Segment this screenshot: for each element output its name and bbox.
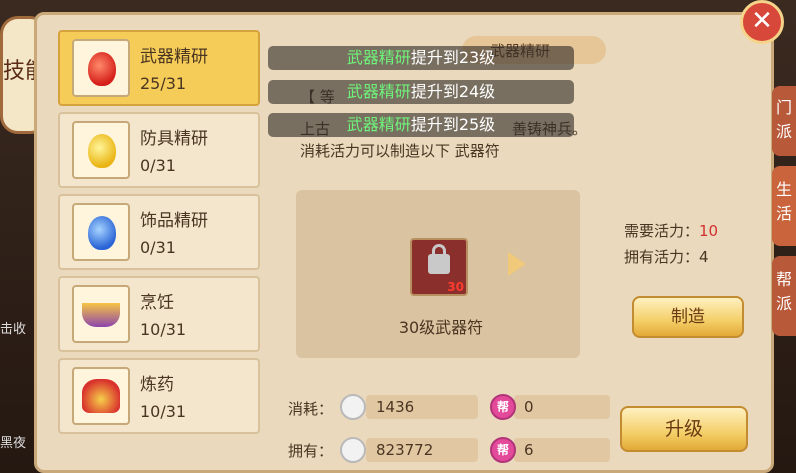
skill-item-weapon[interactable]: 武器精研 25/31 <box>58 30 260 106</box>
desc-line-3: 消耗活力可以制造以下 武器符 <box>300 142 500 160</box>
skill-level: 10/31 <box>140 320 187 339</box>
tab-life[interactable]: 生活 <box>772 166 796 246</box>
edge-text-collapse: 击收 <box>0 322 27 337</box>
cost-label: 消耗： <box>288 400 334 418</box>
toast-text: 提升到23级 <box>410 48 496 67</box>
gang-contribution-icon: 帮 <box>490 437 516 463</box>
blue-flame-icon <box>72 203 130 261</box>
item-level-badge: 30 <box>447 280 464 294</box>
cost-gang: 0 <box>514 395 610 419</box>
skill-name: 炼药 <box>140 375 174 395</box>
skill-item-alchemy[interactable]: 炼药 10/31 <box>58 358 260 434</box>
lock-shackle-icon <box>432 244 446 258</box>
own-gang: 6 <box>514 438 610 462</box>
skill-name: 饰品精研 <box>140 211 208 231</box>
cost-silver: 1436 <box>366 395 478 419</box>
skill-name: 烹饪 <box>140 293 174 313</box>
have-value: 4 <box>699 248 709 266</box>
need-label: 需要活力： <box>624 222 700 240</box>
gang-contribution-icon: 帮 <box>490 394 516 420</box>
silver-coin-icon <box>340 394 366 420</box>
edge-text-night: 黑夜 <box>0 436 27 451</box>
skill-level: 0/31 <box>140 238 176 257</box>
skill-level: 10/31 <box>140 402 187 421</box>
silver-coin-icon <box>340 437 366 463</box>
levelup-toast: 武器精研提升到25级 <box>268 113 574 137</box>
have-vitality: 拥有活力：4 <box>624 246 709 267</box>
tab-gang[interactable]: 帮派 <box>772 256 796 336</box>
skill-level: 25/31 <box>140 74 187 93</box>
levelup-toast: 武器精研提升到24级 <box>268 80 574 104</box>
skill-item-cooking[interactable]: 烹饪 10/31 <box>58 276 260 352</box>
make-button[interactable]: 制造 <box>632 296 744 338</box>
levelup-toast: 武器精研提升到23级 <box>268 46 574 70</box>
skill-name: 防具精研 <box>140 129 208 149</box>
item-name: 30级武器符 <box>398 318 484 337</box>
tab-sect[interactable]: 门派 <box>772 86 796 156</box>
arrow-right-icon <box>508 252 526 276</box>
close-icon: ✕ <box>751 6 773 36</box>
need-vitality: 需要活力：10 <box>624 220 718 241</box>
alchemy-furnace-icon <box>72 367 130 425</box>
skill-item-accessory[interactable]: 饰品精研 0/31 <box>58 194 260 270</box>
toast-skill: 武器精研 <box>346 48 411 67</box>
own-label: 拥有： <box>288 442 334 460</box>
skill-level: 0/31 <box>140 156 176 175</box>
need-value: 10 <box>699 222 719 240</box>
toast-text: 提升到24级 <box>410 82 496 101</box>
upgrade-button[interactable]: 升级 <box>620 406 748 452</box>
close-button[interactable]: ✕ <box>740 0 784 44</box>
yellow-flame-icon <box>72 121 130 179</box>
own-silver: 823772 <box>366 438 478 462</box>
skill-list: 武器精研 25/31 防具精研 0/31 饰品精研 0/31 烹饪 10/31 … <box>58 30 262 434</box>
cooking-pot-icon <box>72 285 130 343</box>
toast-text: 提升到25级 <box>410 115 496 134</box>
toast-skill: 武器精研 <box>346 82 411 101</box>
toast-skill: 武器精研 <box>346 115 411 134</box>
skill-name: 武器精研 <box>140 47 208 67</box>
skill-item-armor[interactable]: 防具精研 0/31 <box>58 112 260 188</box>
red-flame-icon <box>72 39 130 97</box>
have-label: 拥有活力： <box>624 248 700 266</box>
weapon-talisman-slot[interactable]: 30 <box>410 238 468 296</box>
